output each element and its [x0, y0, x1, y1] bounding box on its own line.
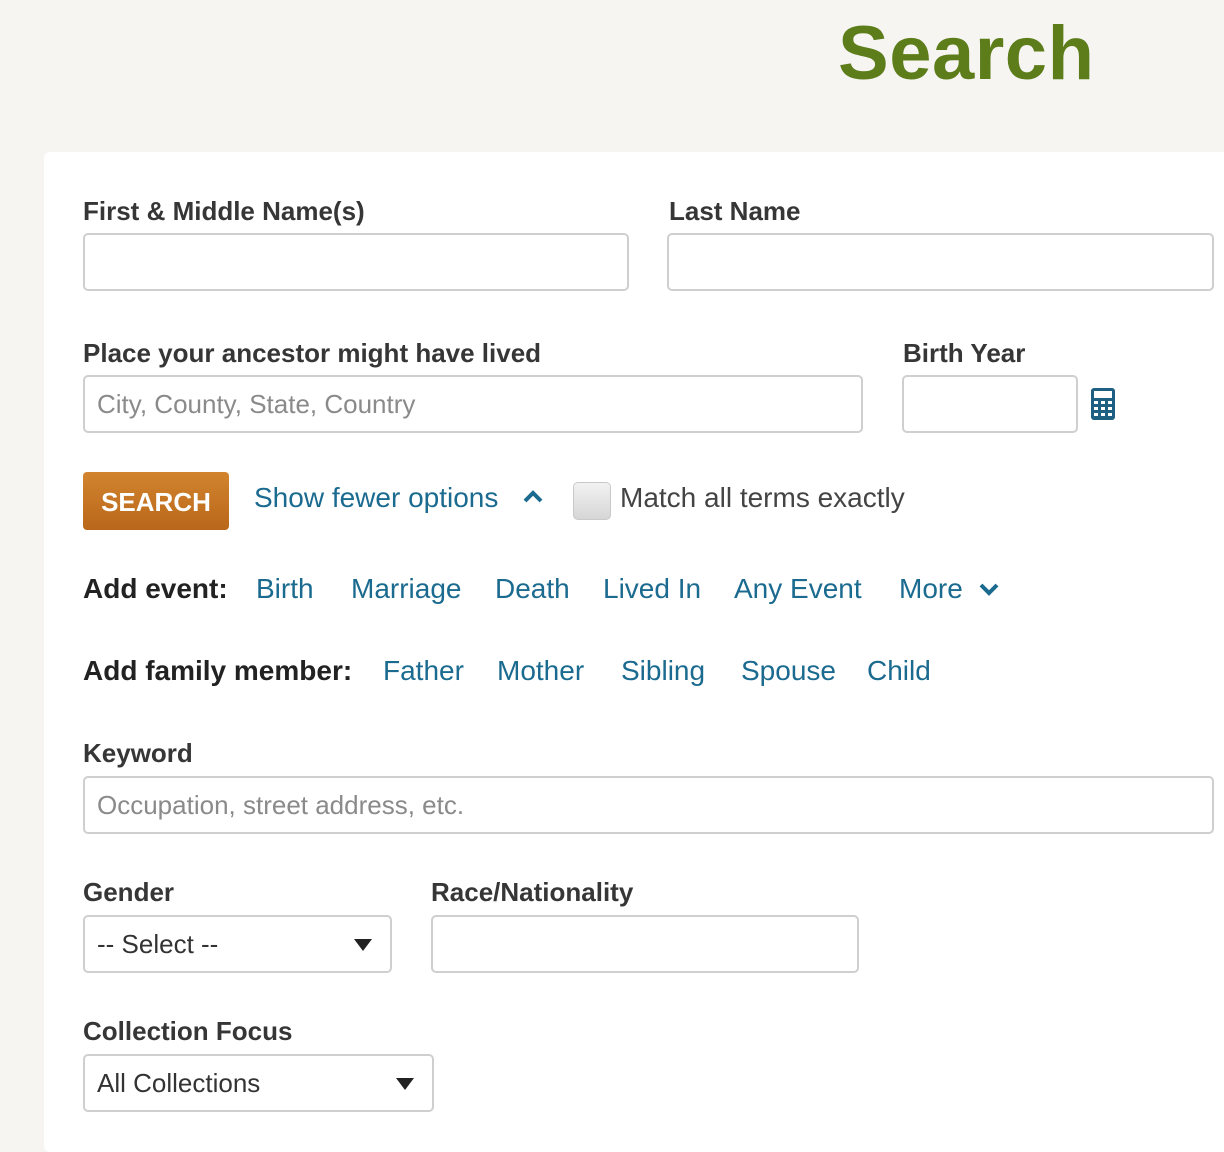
place-label: Place your ancestor might have lived	[83, 338, 542, 368]
add-event-lived-in[interactable]: Lived In	[603, 573, 701, 605]
add-family-child[interactable]: Child	[867, 655, 931, 687]
add-family-sibling[interactable]: Sibling	[621, 655, 705, 687]
add-event-any-event[interactable]: Any Event	[734, 573, 862, 605]
gender-selected-value: -- Select --	[97, 929, 219, 959]
add-event-more[interactable]: More	[899, 573, 963, 605]
birth-year-label: Birth Year	[903, 338, 1026, 368]
match-exact-checkbox[interactable]	[573, 482, 611, 520]
add-family-mother[interactable]: Mother	[497, 655, 584, 687]
birth-year-input[interactable]	[902, 375, 1078, 433]
keyword-input[interactable]	[83, 776, 1214, 834]
match-exact-label[interactable]: Match all terms exactly	[620, 482, 905, 514]
chevron-down-icon[interactable]	[978, 582, 1000, 598]
add-family-label: Add family member:	[83, 655, 353, 686]
add-event-label: Add event:	[83, 573, 228, 604]
add-event-marriage[interactable]: Marriage	[351, 573, 461, 605]
search-form-card	[44, 152, 1224, 1152]
add-event-death[interactable]: Death	[495, 573, 570, 605]
race-label: Race/Nationality	[431, 877, 634, 907]
collection-focus-label: Collection Focus	[83, 1016, 293, 1046]
place-input[interactable]	[83, 375, 863, 433]
collection-focus-select[interactable]: All Collections	[83, 1054, 434, 1112]
keyword-label: Keyword	[83, 738, 193, 768]
gender-label: Gender	[83, 877, 175, 907]
chevron-up-icon[interactable]	[522, 488, 544, 504]
show-fewer-options-link[interactable]: Show fewer options	[254, 482, 498, 514]
calculator-icon[interactable]	[1090, 387, 1116, 421]
add-family-spouse[interactable]: Spouse	[741, 655, 836, 687]
dropdown-caret-icon	[354, 939, 372, 951]
add-event-birth[interactable]: Birth	[256, 573, 314, 605]
first-name-label: First & Middle Name(s)	[83, 196, 365, 226]
page-title: Search	[838, 11, 1095, 96]
gender-select[interactable]: -- Select --	[83, 915, 392, 973]
last-name-input[interactable]	[667, 233, 1214, 291]
collection-focus-selected-value: All Collections	[97, 1068, 261, 1098]
last-name-label: Last Name	[669, 196, 801, 226]
dropdown-caret-icon	[396, 1078, 414, 1090]
search-button[interactable]: SEARCH	[83, 472, 229, 530]
first-name-input[interactable]	[83, 233, 629, 291]
add-family-father[interactable]: Father	[383, 655, 464, 687]
race-input[interactable]	[431, 915, 859, 973]
